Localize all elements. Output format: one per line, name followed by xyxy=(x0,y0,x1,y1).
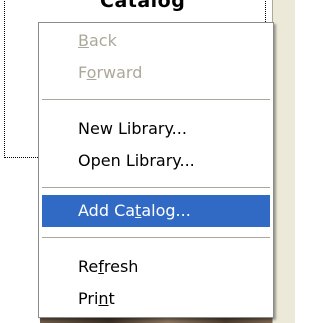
panel-title: Catalog xyxy=(100,0,186,12)
window-right-panel xyxy=(272,0,295,323)
menu-separator xyxy=(42,237,270,238)
menu-item-refresh-label-post: resh xyxy=(103,257,139,276)
menu-item-add-catalog-label-post: alog... xyxy=(141,201,191,220)
menu-item-add-catalog[interactable]: Add Catalog... xyxy=(42,195,270,227)
menu-item-print-label-accel: n xyxy=(98,289,109,308)
menu-item-forward-label-accel: o xyxy=(86,63,97,82)
menu-item-print[interactable]: Print xyxy=(42,283,270,315)
menu-item-print-label-post: t xyxy=(108,289,115,308)
menu-separator xyxy=(42,187,270,188)
menu-item-new-library-label: New Library... xyxy=(78,119,187,138)
menu-item-refresh[interactable]: Refresh xyxy=(42,251,270,283)
menu-item-add-catalog-label-pre: Add Ca xyxy=(78,201,136,220)
menu-item-forward-label-pre: F xyxy=(78,63,87,82)
menu-item-refresh-label-pre: Re xyxy=(78,257,99,276)
menu-item-back-label-post: ack xyxy=(88,31,117,50)
context-menu: Back Forward New Library... Open Library… xyxy=(38,22,274,318)
menu-item-print-label-pre: Pri xyxy=(78,289,99,308)
menu-item-forward[interactable]: Forward xyxy=(42,57,270,89)
menu-item-back[interactable]: Back xyxy=(42,25,270,57)
menu-separator xyxy=(42,99,270,100)
menu-item-new-library[interactable]: New Library... xyxy=(42,113,270,145)
menu-item-forward-label-post: rward xyxy=(96,63,143,82)
menu-item-back-label-accel: B xyxy=(78,31,89,50)
menu-item-open-library[interactable]: Open Library... xyxy=(42,145,270,177)
menu-item-open-library-label: Open Library... xyxy=(78,151,195,170)
